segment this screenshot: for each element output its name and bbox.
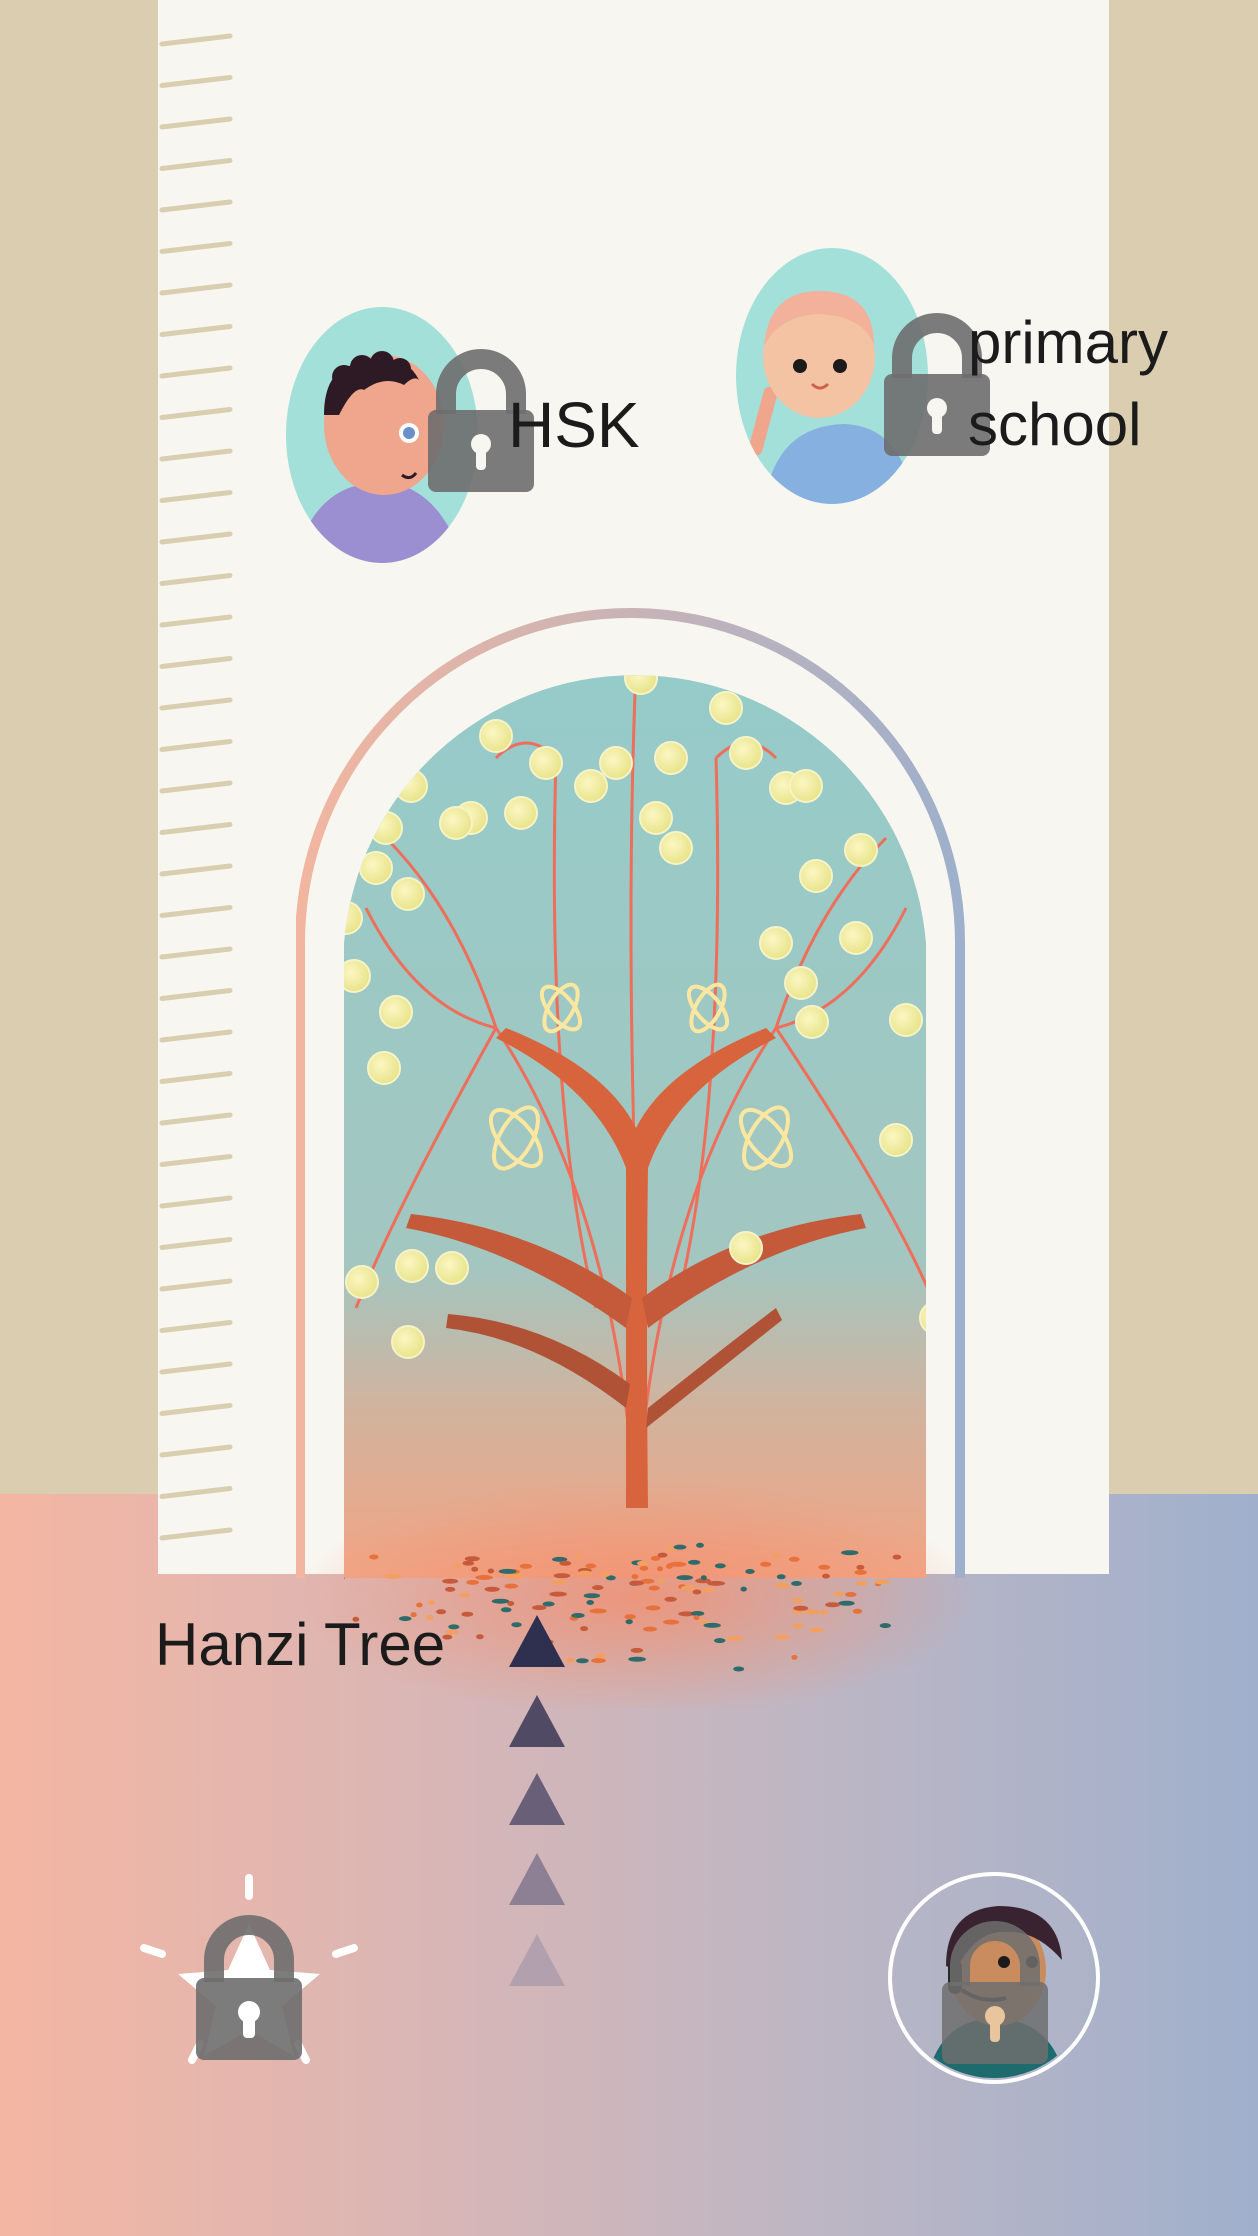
achievement-button[interactable] [136, 1872, 362, 2087]
primary-school-level-label: primary school [968, 309, 1169, 458]
ruler-marks [159, 33, 233, 1541]
lock-icon [196, 1915, 302, 2060]
tutor-button[interactable] [886, 1870, 1102, 2091]
hanzi-tree-scene[interactable] [295, 608, 976, 1718]
progress-arrow-icon [509, 1695, 565, 1747]
progress-arrow-icon [509, 1934, 565, 1986]
lock-icon [942, 1921, 1048, 2064]
hsk-level-label: HSK [508, 389, 640, 461]
progress-arrow-icon [509, 1615, 565, 1667]
hanzi-tree-title: Hanzi Tree [155, 1611, 446, 1678]
progress-arrow-icon [509, 1773, 565, 1825]
tree-arch-icon [295, 608, 976, 1718]
progress-arrow-icon [509, 1853, 565, 1905]
